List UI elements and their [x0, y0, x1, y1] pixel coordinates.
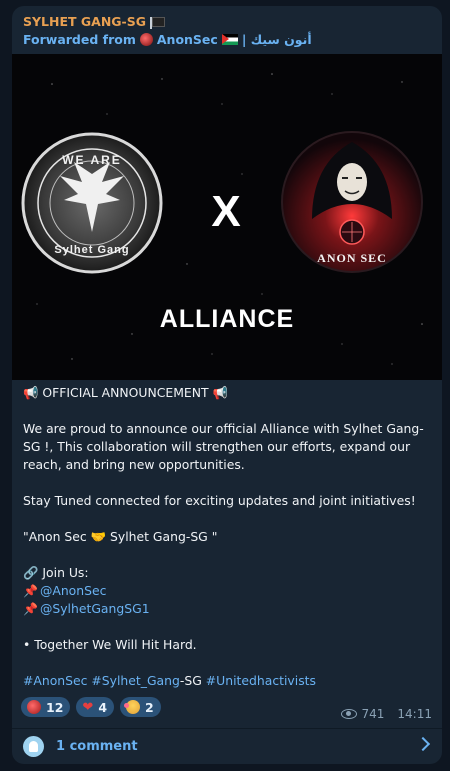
post-text: 📢 OFFICIAL ANNOUNCEMENT 📢 We are proud t…	[23, 384, 435, 690]
comments-label: 1 comment	[56, 739, 138, 754]
hashtag-anonsec[interactable]: #AnonSec	[23, 673, 87, 688]
sylhet-gang-logo: WE ARE Sylhet Gang	[21, 132, 163, 274]
message-bubble: SYLHET GANG-SG Forwarded from AnonSec | …	[12, 6, 442, 764]
hashtags: #AnonSec #Sylhet_Gang-SG #Unitedhactivis…	[23, 673, 316, 688]
view-count: 741	[361, 707, 385, 721]
logo-bottom-text: Sylhet Gang	[54, 244, 129, 256]
hearts-face-icon	[124, 700, 141, 714]
link-icon: 🔗	[23, 565, 39, 580]
reaction-heart[interactable]: ❤ 4	[76, 697, 115, 717]
ghost-icon	[29, 741, 38, 752]
join-us: 🔗 Join Us:	[23, 565, 89, 580]
hashtag-unitedhactivists[interactable]: #Unitedhactivists	[206, 673, 316, 688]
commenter-avatar	[23, 736, 44, 757]
handle-anonsec-link[interactable]: @AnonSec	[40, 583, 106, 598]
pin-icon: 📌	[23, 584, 38, 598]
post-image[interactable]: WE ARE Sylhet Gang X ANON SEC ALLIANCE	[12, 54, 442, 380]
forwarded-source-name[interactable]: AnonSec	[157, 32, 218, 47]
handle-sylhetgang-link[interactable]: @SylhetGangSG1	[40, 601, 150, 616]
reactions-bar: 12 ❤ 4 2	[21, 697, 161, 717]
announcement-paragraph: We are proud to announce our official Al…	[23, 421, 424, 472]
message-time: 14:11	[397, 707, 432, 721]
logo-top-text: WE ARE	[62, 153, 122, 167]
message-header: SYLHET GANG-SG Forwarded from AnonSec | …	[23, 14, 312, 47]
eye-icon	[340, 709, 357, 719]
handle-row-2: 📌 @SylhetGangSG1	[23, 600, 435, 618]
alliance-x: X	[211, 187, 240, 236]
stay-tuned-paragraph: Stay Tuned connected for exciting update…	[23, 493, 416, 508]
reaction-bomb[interactable]: 12	[21, 697, 71, 717]
announcement-heading-text: OFFICIAL ANNOUNCEMENT	[42, 385, 209, 400]
handle-row-1: 📌 @AnonSec	[23, 582, 435, 600]
anonsec-avatar-icon	[139, 33, 153, 46]
bomb-icon	[27, 700, 41, 714]
anonsec-logo-text: ANON SEC	[317, 251, 387, 265]
palestine-flag-icon	[221, 34, 238, 45]
channel-name[interactable]: SYLHET GANG-SG	[23, 14, 312, 29]
heart-icon: ❤	[82, 699, 94, 715]
message-meta: 741 14:11	[340, 707, 432, 721]
chevron-right-icon	[415, 736, 431, 752]
anonsec-logo: ANON SEC	[281, 131, 423, 273]
reaction-hearts-face[interactable]: 2	[120, 697, 161, 717]
announcement-heading: 📢 OFFICIAL ANNOUNCEMENT 📢	[23, 385, 228, 400]
slogan: • Together We Will Hit Hard.	[23, 637, 197, 652]
alliance-caption: ALLIANCE	[159, 305, 295, 333]
pin-icon: 📌	[23, 602, 38, 616]
forwarded-from[interactable]: Forwarded from AnonSec | أنون سيك	[23, 32, 312, 47]
forwarded-prefix: Forwarded from	[23, 32, 136, 47]
hashtag-sylhet-gang[interactable]: #Sylhet_Gang	[91, 673, 179, 688]
alliance-quote: "Anon Sec 🤝 Sylhet Gang-SG "	[23, 529, 218, 544]
black-flag-icon	[150, 17, 166, 29]
comments-button[interactable]: 1 comment	[12, 729, 442, 764]
channel-name-text[interactable]: SYLHET GANG-SG	[23, 14, 146, 29]
forwarded-source-suffix[interactable]: | أنون سيك	[242, 32, 312, 47]
